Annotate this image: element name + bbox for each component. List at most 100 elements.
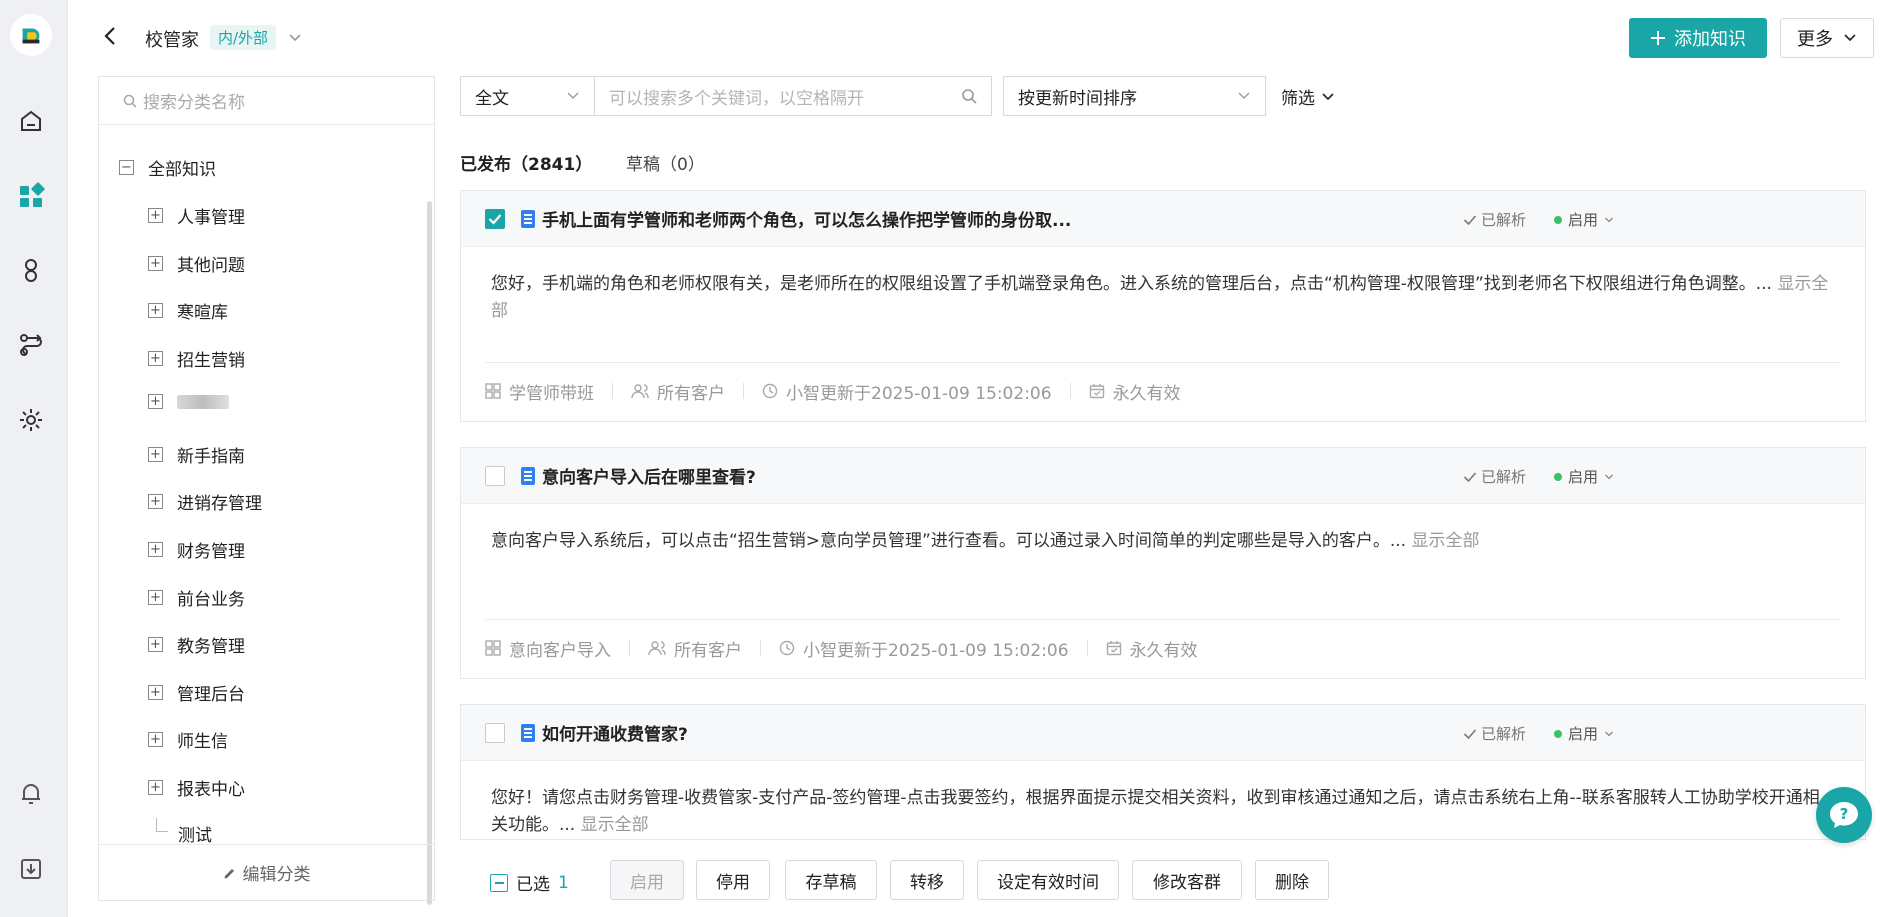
settings-icon[interactable] <box>16 405 46 435</box>
parsed-status: 已解析 <box>1463 466 1526 487</box>
card-title[interactable]: 手机上面有学管师和老师两个角色，可以怎么操作把学管师的身份取... <box>542 206 1071 231</box>
category-scrollbar[interactable] <box>427 201 432 905</box>
parsed-status: 已解析 <box>1463 723 1526 744</box>
status-dropdown[interactable]: 启用 <box>1554 466 1614 487</box>
tree-item-label: 寒暄库 <box>177 303 228 323</box>
edit-category-button[interactable]: 编辑分类 <box>99 844 434 900</box>
tree-item-label: 师生信 <box>177 732 228 752</box>
scope-select[interactable]: 全文 <box>460 76 594 116</box>
expand-icon[interactable]: + <box>148 542 163 557</box>
show-all-link[interactable]: 显示全部 <box>581 815 649 835</box>
expand-icon[interactable]: + <box>148 780 163 795</box>
tree-item-label: 财务管理 <box>177 542 245 562</box>
search-icon[interactable] <box>961 88 977 104</box>
card-header: 意向客户导入后在哪里查看? 已解析 启用 <box>461 448 1865 504</box>
add-knowledge-label: 添加知识 <box>1674 29 1746 50</box>
status-dropdown[interactable]: 启用 <box>1554 209 1614 230</box>
category-search-input[interactable]: 搜索分类名称 <box>99 77 434 125</box>
tree-item[interactable]: + 报表中心 <box>148 775 245 800</box>
tree-item[interactable]: + 财务管理 <box>148 537 245 562</box>
disable-button[interactable]: 停用 <box>696 860 770 900</box>
users-icon <box>648 641 666 656</box>
enable-button[interactable]: 启用 <box>610 860 684 900</box>
expand-icon[interactable]: + <box>148 256 163 271</box>
download-icon[interactable] <box>16 854 46 884</box>
bell-icon[interactable] <box>16 778 46 808</box>
help-chat-button[interactable]: ? <box>1816 787 1872 843</box>
card-checkbox[interactable] <box>485 208 505 229</box>
tree-item[interactable]: + 新手指南 <box>148 442 245 467</box>
expand-icon[interactable]: + <box>148 494 163 509</box>
show-all-link[interactable]: 显示全部 <box>1411 531 1479 551</box>
home-icon[interactable] <box>16 106 46 136</box>
flow-icon[interactable] <box>16 330 46 360</box>
expand-icon[interactable]: + <box>148 637 163 652</box>
tree-item[interactable]: + 师生信 <box>148 727 228 752</box>
knowledge-card: 手机上面有学管师和老师两个角色，可以怎么操作把学管师的身份取... 已解析 启用… <box>460 190 1866 422</box>
sort-select[interactable]: 按更新时间排序 <box>1003 76 1266 116</box>
knowledge-card: 意向客户导入后在哪里查看? 已解析 启用 意向客户导入系统后，可以点击“招生营销… <box>460 447 1866 679</box>
tree-root-label: 全部知识 <box>148 160 216 180</box>
tree-item[interactable]: + <box>148 394 229 409</box>
tab-draft[interactable]: 草稿（0） <box>626 150 705 175</box>
card-checkbox[interactable] <box>485 722 505 743</box>
tree-item-label: 报表中心 <box>177 780 245 800</box>
tree-item[interactable]: + 招生营销 <box>148 346 245 371</box>
tree-item[interactable]: + 进销存管理 <box>148 489 262 514</box>
category-search-placeholder: 搜索分类名称 <box>143 93 245 113</box>
card-checkbox[interactable] <box>485 465 505 486</box>
apps-icon[interactable] <box>16 180 46 210</box>
divider <box>1069 383 1071 399</box>
meta-updated: 小智更新于2025-01-09 15:02:06 <box>779 636 1069 661</box>
tree-item[interactable]: + 其他问题 <box>148 251 245 276</box>
check-icon <box>1463 728 1477 739</box>
collapse-icon[interactable]: − <box>119 160 134 175</box>
filter-button[interactable]: 筛选 <box>1281 84 1335 109</box>
scope-tag[interactable]: 内/外部 <box>210 25 277 50</box>
expand-icon[interactable]: + <box>148 303 163 318</box>
card-title[interactable]: 如何开通收费管家? <box>542 720 688 745</box>
expand-icon[interactable]: + <box>148 208 163 223</box>
search-icon <box>123 94 137 108</box>
back-icon[interactable] <box>98 24 122 48</box>
expand-icon[interactable]: + <box>148 685 163 700</box>
tree-item[interactable]: + 前台业务 <box>148 585 245 610</box>
expand-icon[interactable]: + <box>148 447 163 462</box>
plus-icon <box>1651 31 1665 45</box>
expand-icon[interactable]: + <box>148 732 163 747</box>
add-knowledge-button[interactable]: 添加知识 <box>1629 18 1767 58</box>
card-title[interactable]: 意向客户导入后在哪里查看? <box>542 463 756 488</box>
meta-category: 意向客户导入 <box>485 636 611 661</box>
status-dropdown[interactable]: 启用 <box>1554 723 1614 744</box>
delete-button[interactable]: 删除 <box>1255 860 1329 900</box>
user-icon[interactable] <box>16 255 46 285</box>
more-button[interactable]: 更多 <box>1780 18 1874 58</box>
scope-select-value: 全文 <box>475 88 509 109</box>
tab-published[interactable]: 已发布（2841） <box>460 150 592 175</box>
expand-icon[interactable]: + <box>148 590 163 605</box>
set-validity-button[interactable]: 设定有效时间 <box>977 860 1119 900</box>
transfer-button[interactable]: 转移 <box>890 860 964 900</box>
expand-icon[interactable]: + <box>148 351 163 366</box>
expand-icon[interactable]: + <box>148 394 163 409</box>
chevron-down-icon <box>1605 731 1613 736</box>
tree-item[interactable]: + 管理后台 <box>148 680 245 705</box>
document-icon <box>521 209 535 228</box>
clock-icon <box>779 640 795 656</box>
calendar-icon <box>1106 641 1121 656</box>
tree-item[interactable]: + 教务管理 <box>148 632 245 657</box>
tree-item[interactable]: + 人事管理 <box>148 203 245 228</box>
save-draft-button[interactable]: 存草稿 <box>785 860 877 900</box>
tree-root[interactable]: − 全部知识 <box>119 155 216 180</box>
tree-item[interactable]: 测试 <box>156 811 212 846</box>
card-meta: 意向客户导入 所有客户 小智更新于2025-01-09 15:02:06 永久有… <box>461 620 1865 676</box>
partial-check-icon[interactable] <box>490 873 508 892</box>
tree-item[interactable]: + 寒暄库 <box>148 298 228 323</box>
chat-question-icon: ? <box>1830 802 1858 828</box>
edit-audience-button[interactable]: 修改客群 <box>1132 860 1242 900</box>
meta-audience-label: 所有客户 <box>674 640 742 661</box>
pencil-icon <box>224 868 234 878</box>
chevron-down-icon[interactable] <box>288 28 302 48</box>
selected-count[interactable]: 已选 1 <box>490 870 569 895</box>
keyword-search-input[interactable]: 可以搜索多个关键词，以空格隔开 <box>594 76 992 116</box>
